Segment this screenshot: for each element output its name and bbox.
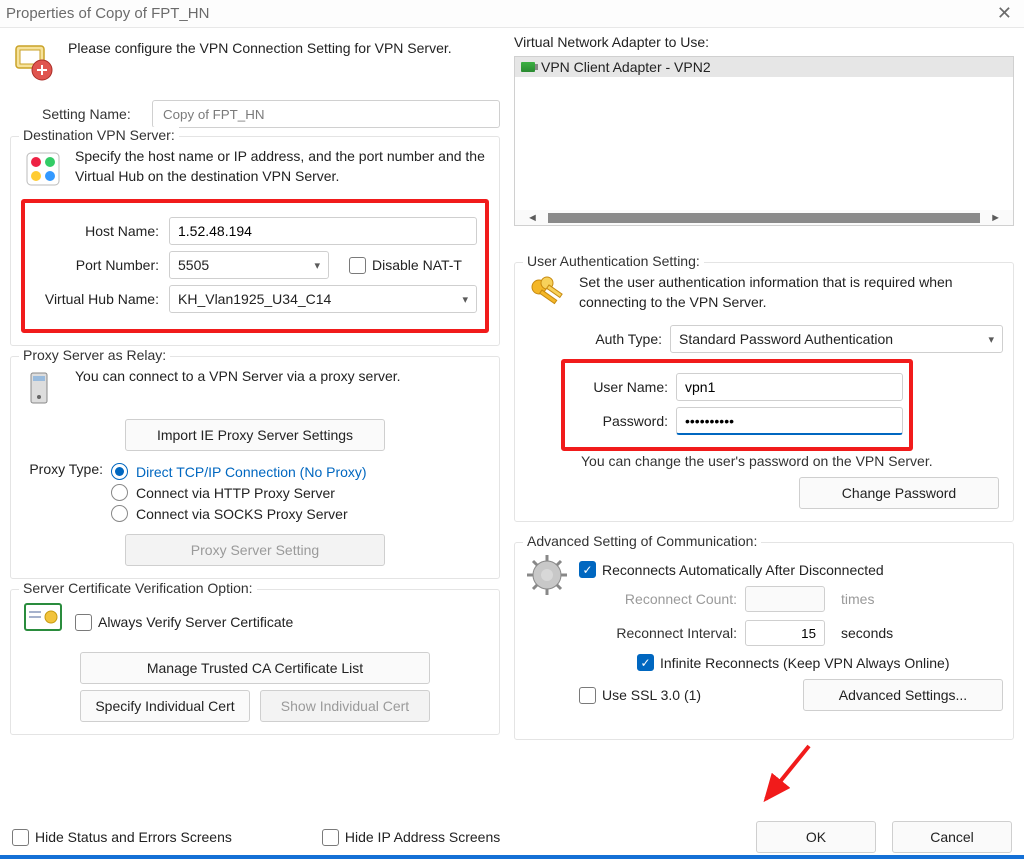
password-input[interactable] xyxy=(676,407,903,435)
destination-caption: Specify the host name or IP address, and… xyxy=(75,147,489,186)
title-bar: Properties of Copy of FPT_HN ✕ xyxy=(0,0,1024,28)
hide-ip-checkbox[interactable]: Hide IP Address Screens xyxy=(322,829,500,846)
proxy-caption: You can connect to a VPN Server via a pr… xyxy=(75,367,489,387)
proxy-title: Proxy Server as Relay: xyxy=(19,347,170,363)
nic-icon xyxy=(521,62,535,72)
vpn-server-icon xyxy=(21,147,65,191)
close-icon[interactable]: ✕ xyxy=(991,3,1018,24)
chevron-down-icon: ▾ xyxy=(314,259,320,272)
gear-icon xyxy=(525,553,569,597)
keys-icon xyxy=(525,273,569,317)
manage-ca-button[interactable]: Manage Trusted CA Certificate List xyxy=(80,652,430,684)
specify-cert-button[interactable]: Specify Individual Cert xyxy=(80,690,250,722)
proxy-direct-radio[interactable]: Direct TCP/IP Connection (No Proxy) xyxy=(111,463,489,480)
user-name-label: User Name: xyxy=(571,379,676,395)
proxy-http-radio[interactable]: Connect via HTTP Proxy Server xyxy=(111,484,489,501)
advanced-title: Advanced Setting of Communication: xyxy=(523,533,761,549)
disable-natt-checkbox[interactable]: Disable NAT-T xyxy=(349,257,462,274)
auth-type-combo[interactable]: Standard Password Authentication ▾ xyxy=(670,325,1003,353)
cert-title: Server Certificate Verification Option: xyxy=(19,580,257,596)
auto-reconnect-checkbox[interactable]: Reconnects Automatically After Disconnec… xyxy=(579,561,884,578)
adapter-item-selected[interactable]: VPN Client Adapter - VPN2 xyxy=(515,57,1013,77)
cert-group: Server Certificate Verification Option: … xyxy=(10,589,500,735)
reconnect-interval-input[interactable] xyxy=(745,620,825,646)
adapter-list[interactable]: VPN Client Adapter - VPN2 ◄ ► xyxy=(514,56,1014,226)
scroll-left-icon[interactable]: ◄ xyxy=(527,212,538,224)
hide-status-checkbox[interactable]: Hide Status and Errors Screens xyxy=(12,829,232,846)
use-ssl-checkbox[interactable]: Use SSL 3.0 (1) xyxy=(579,687,701,704)
reconnect-count-input xyxy=(745,586,825,612)
host-name-label: Host Name: xyxy=(33,223,163,239)
destination-title: Destination VPN Server: xyxy=(19,127,179,143)
always-verify-checkbox[interactable]: Always Verify Server Certificate xyxy=(75,614,293,631)
adapter-title: Virtual Network Adapter to Use: xyxy=(514,34,1014,50)
user-name-input[interactable] xyxy=(676,373,903,401)
destination-group: Destination VPN Server: Specify the host… xyxy=(10,136,500,346)
window-title: Properties of Copy of FPT_HN xyxy=(6,5,991,22)
scroll-right-icon[interactable]: ► xyxy=(990,212,1001,224)
change-pw-note: You can change the user's password on th… xyxy=(581,453,1003,469)
reconnect-count-unit: times xyxy=(841,591,874,607)
proxy-socks-radio[interactable]: Connect via SOCKS Proxy Server xyxy=(111,505,489,522)
port-combo[interactable]: 5505 ▾ xyxy=(169,251,329,279)
host-highlight: Host Name: Port Number: 5505 ▾ Disable N… xyxy=(21,199,489,333)
proxy-server-setting-button: Proxy Server Setting xyxy=(125,534,385,566)
certificate-icon xyxy=(21,600,65,644)
setting-name-input[interactable] xyxy=(152,100,500,128)
proxy-type-label: Proxy Type: xyxy=(21,459,111,526)
auth-group: User Authentication Setting: Set the use… xyxy=(514,262,1014,522)
advanced-settings-button[interactable]: Advanced Settings... xyxy=(803,679,1003,711)
hub-label: Virtual Hub Name: xyxy=(33,291,163,307)
connection-icon xyxy=(12,40,56,84)
hub-combo[interactable]: KH_Vlan1925_U34_C14 ▾ xyxy=(169,285,477,313)
adapter-scrollbar[interactable]: ◄ ► xyxy=(515,210,1013,225)
bottom-bar: Hide Status and Errors Screens Hide IP A… xyxy=(0,815,1024,855)
show-cert-button: Show Individual Cert xyxy=(260,690,430,722)
setting-name-label: Setting Name: xyxy=(42,106,152,122)
auth-caption: Set the user authentication information … xyxy=(579,273,1003,312)
proxy-icon xyxy=(21,367,65,411)
taskbar-sliver xyxy=(0,855,1024,859)
arrow-annotation-icon xyxy=(754,741,824,811)
chevron-down-icon: ▾ xyxy=(988,333,994,346)
password-label: Password: xyxy=(571,413,676,429)
infinite-reconnect-checkbox[interactable]: Infinite Reconnects (Keep VPN Always Onl… xyxy=(637,654,949,671)
chevron-down-icon: ▾ xyxy=(462,293,468,306)
import-ie-proxy-button[interactable]: Import IE Proxy Server Settings xyxy=(125,419,385,451)
intro-text: Please configure the VPN Connection Sett… xyxy=(68,40,452,56)
auth-title: User Authentication Setting: xyxy=(523,253,704,269)
reconnect-count-label: Reconnect Count: xyxy=(597,591,737,607)
host-name-input[interactable] xyxy=(169,217,477,245)
port-label: Port Number: xyxy=(33,257,163,273)
reconnect-interval-label: Reconnect Interval: xyxy=(597,625,737,641)
ok-button[interactable]: OK xyxy=(756,821,876,853)
auth-type-label: Auth Type: xyxy=(565,331,670,347)
change-password-button[interactable]: Change Password xyxy=(799,477,999,509)
advanced-group: Advanced Setting of Communication: xyxy=(514,542,1014,740)
cancel-button[interactable]: Cancel xyxy=(892,821,1012,853)
reconnect-interval-unit: seconds xyxy=(841,625,893,641)
proxy-group: Proxy Server as Relay: You can connect t… xyxy=(10,356,500,579)
